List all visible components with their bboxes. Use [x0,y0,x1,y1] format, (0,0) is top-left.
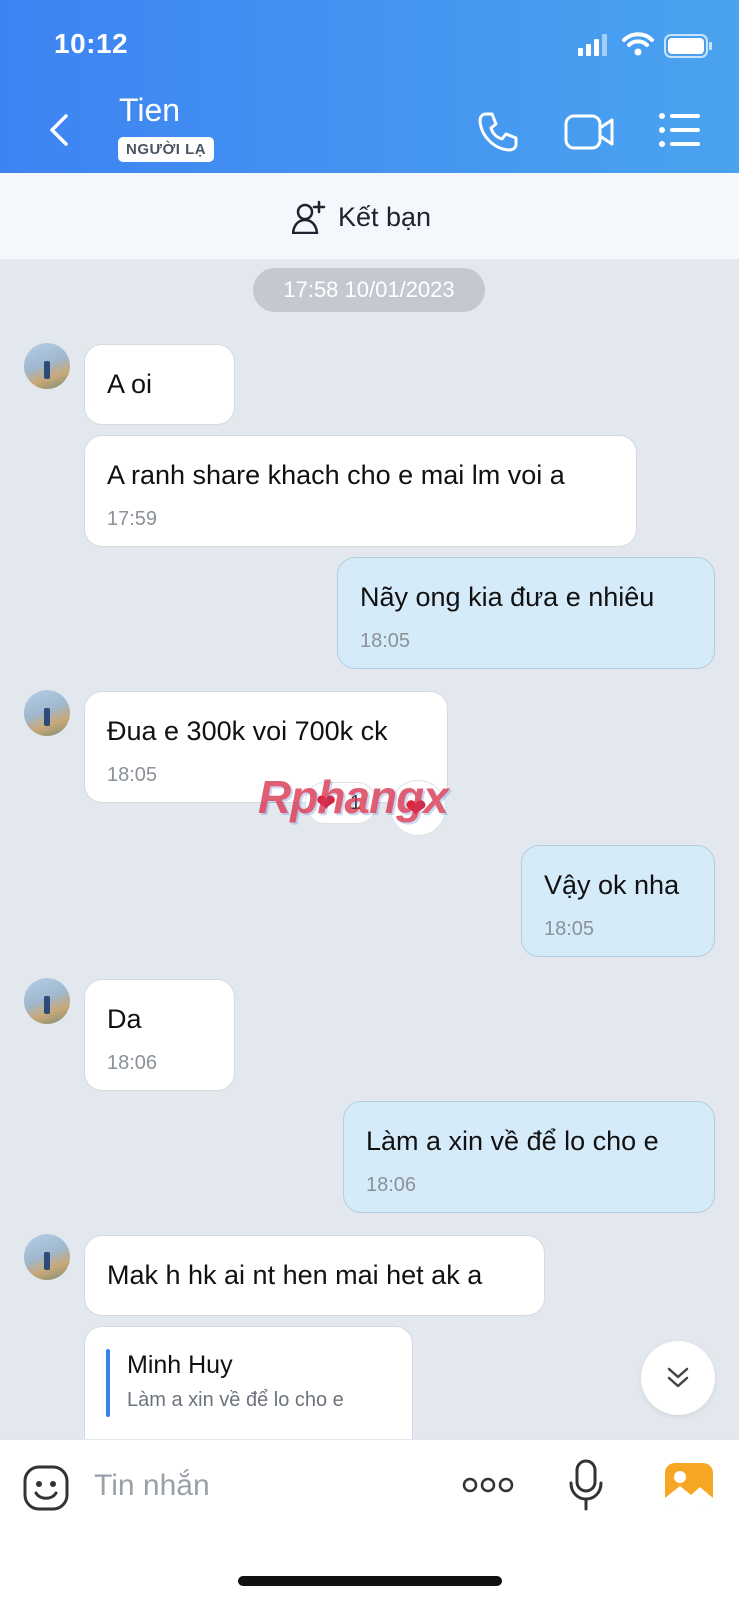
quote-text: Làm a xin về để lo cho e [127,1389,344,1411]
message-bubble[interactable]: Vậy ok nha 18:05 [521,845,715,957]
message-text: A oi [107,369,153,399]
message-bubble[interactable]: Nãy ong kia đưa e nhiêu 18:05 [337,557,715,669]
quote-bar [106,1349,110,1417]
image-gallery-icon[interactable] [664,1462,714,1508]
message-text: Vậy ok nha [544,870,680,900]
message-text: Nãy ong kia đưa e nhiêu [360,582,655,612]
add-friend-button[interactable]: Kết bạn [292,197,431,237]
stranger-badge: NGƯỜI LẠ [118,137,215,162]
message-time: 18:05 [107,764,158,786]
video-call-icon[interactable] [564,112,616,152]
message-bubble[interactable]: A oi [84,344,235,425]
home-indicator [238,1576,502,1586]
scroll-to-bottom-button[interactable] [641,1341,715,1415]
message-input[interactable] [92,1462,426,1510]
message-bubble[interactable]: Da 18:06 [84,979,235,1091]
menu-list-icon[interactable] [658,112,702,148]
cellular-signal-icon [578,34,607,56]
message-text: Đua e 300k voi 700k ck [107,716,388,746]
message-text: Mak h hk ai nt hen mai het ak a [107,1260,483,1290]
message-text: A ranh share khach cho e mai lm voi a [107,460,565,490]
back-arrow-icon[interactable] [40,110,80,150]
message-time: 18:06 [366,1174,417,1196]
watermark-logo: Rphangx [258,771,449,823]
wifi-icon [622,32,654,56]
battery-icon [664,34,712,58]
quote-author: Minh Huy [127,1351,233,1379]
contact-avatar[interactable] [24,690,70,736]
message-bubble[interactable]: Làm a xin về để lo cho e 18:06 [343,1101,715,1213]
phone-call-icon[interactable] [476,110,520,154]
message-time: 18:05 [544,918,595,940]
date-separator: 17:58 10/01/2023 [253,268,485,312]
microphone-icon[interactable] [568,1458,604,1512]
message-time: 18:06 [107,1052,158,1074]
double-chevron-down-icon [667,1367,689,1388]
reply-message-bubble[interactable]: Minh Huy Làm a xin về để lo cho e [84,1326,413,1456]
status-time: 10:12 [54,28,129,59]
message-bubble[interactable]: A ranh share khach cho e mai lm voi a 17… [84,435,637,547]
add-friend-bar: Kết bạn [0,173,739,259]
chat-header: 10:12 Tien NGƯỜI LẠ [0,0,739,173]
message-text: Làm a xin về để lo cho e [366,1126,659,1156]
contact-avatar[interactable] [24,978,70,1024]
message-text: Da [107,1004,142,1034]
contact-avatar[interactable] [24,1234,70,1280]
message-bubble[interactable]: Mak h hk ai nt hen mai het ak a [84,1235,545,1316]
message-time: 17:59 [107,508,158,530]
add-friend-label: Kết bạn [338,201,432,232]
more-options-icon[interactable] [462,1476,514,1494]
contact-name[interactable]: Tien [119,92,180,129]
message-time: 18:05 [360,630,411,652]
add-friend-icon [292,200,326,234]
sticker-emoji-icon[interactable] [22,1464,70,1512]
contact-avatar[interactable] [24,343,70,389]
